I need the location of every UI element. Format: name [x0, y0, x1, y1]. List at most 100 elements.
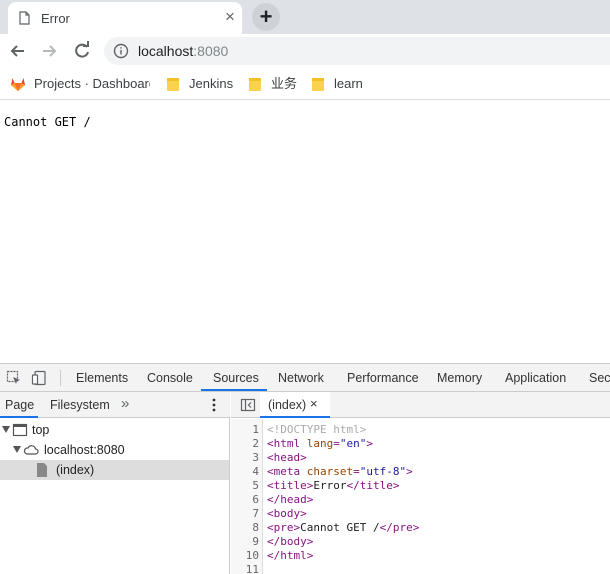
active-tab-indicator — [0, 416, 38, 418]
bookmark-label: learn — [334, 76, 363, 91]
code-line: 4 <meta charset="utf-8"> — [231, 465, 610, 479]
reload-icon[interactable] — [71, 40, 93, 62]
code-token: = — [333, 437, 340, 450]
gitlab-icon — [11, 78, 25, 91]
code-source: <pre>Cannot GET /</pre> — [267, 521, 419, 535]
expand-arrow-icon[interactable] — [13, 446, 21, 453]
line-number[interactable]: 5 — [231, 479, 259, 493]
inspect-element-icon[interactable] — [6, 370, 22, 386]
tab-network[interactable]: Network — [278, 371, 324, 385]
open-file-tab[interactable]: (index) × — [260, 392, 330, 418]
folder-icon — [312, 78, 324, 91]
forward-arrow-icon[interactable] — [38, 40, 60, 62]
tree-label: top — [32, 423, 50, 437]
sources-editor: (index) × 1 <!DOCTYPE html> 2 <html lang="e… — [231, 392, 610, 574]
line-number[interactable]: 6 — [231, 493, 259, 507]
code-token: <head> — [267, 451, 307, 464]
line-number[interactable]: 10 — [231, 549, 259, 563]
code-source: <body> — [267, 507, 307, 521]
more-tabs-icon[interactable]: » — [121, 395, 129, 412]
device-toolbar-icon[interactable] — [31, 370, 47, 386]
document-icon — [19, 11, 30, 25]
tab-close-icon[interactable]: × — [221, 7, 239, 27]
more-options-icon[interactable] — [206, 397, 222, 413]
url-text[interactable]: localhost:8080 — [138, 43, 228, 59]
devtools-tabbar: Elements Console Sources Network Perform… — [0, 364, 610, 392]
tab-performance[interactable]: Performance — [347, 371, 419, 385]
code-source: <html lang="en"> — [267, 437, 373, 451]
expand-arrow-icon[interactable] — [2, 426, 10, 433]
toggle-navigator-icon[interactable] — [240, 397, 256, 413]
cloud-icon — [23, 445, 39, 455]
tree-node-top[interactable]: top — [0, 420, 229, 440]
bookmarks-bar: Projects · Dashboard Jenkins 业务 learn — [0, 68, 610, 100]
line-number[interactable]: 7 — [231, 507, 259, 521]
bookmark-projects-dashboard[interactable]: Projects · Dashboard — [10, 76, 150, 94]
code-token: = — [353, 465, 360, 478]
code-source: <meta charset="utf-8"> — [267, 465, 413, 479]
code-token: <body> — [267, 507, 307, 520]
line-number[interactable]: 2 — [231, 437, 259, 451]
code-line: 9 </body> — [231, 535, 610, 549]
line-number[interactable]: 11 — [231, 563, 259, 574]
tab-application[interactable]: Application — [505, 371, 566, 385]
line-number[interactable]: 8 — [231, 521, 259, 535]
bookmark-label: Projects · Dashboard — [34, 76, 150, 91]
code-editor[interactable]: 1 <!DOCTYPE html> 2 <html lang="en"> 3 <head>… — [231, 419, 610, 574]
code-token: > — [406, 465, 413, 478]
back-arrow-icon[interactable] — [7, 40, 29, 62]
tab-sources[interactable]: Sources — [213, 371, 259, 385]
bookmark-label: 业务 — [271, 76, 298, 91]
tab-page[interactable]: Page — [5, 398, 34, 412]
close-file-icon[interactable]: × — [310, 396, 318, 411]
toolbar-divider — [60, 370, 61, 386]
code-line: 8 <pre>Cannot GET /</pre> — [231, 521, 610, 535]
url-host: localhost — [138, 43, 194, 59]
code-token: <meta — [267, 465, 307, 478]
code-token: lang — [306, 437, 334, 450]
address-bar[interactable]: localhost:8080 — [104, 37, 610, 65]
line-number[interactable]: 4 — [231, 465, 259, 479]
line-number[interactable]: 1 — [231, 423, 259, 437]
code-line: 5 <title>Error</title> — [231, 479, 610, 493]
code-line: 11 — [231, 563, 610, 574]
tab-elements[interactable]: Elements — [76, 371, 128, 385]
code-token: "utf-8" — [359, 465, 407, 478]
tab-memory[interactable]: Memory — [437, 371, 482, 385]
code-line: 1 <!DOCTYPE html> — [231, 423, 610, 437]
page-viewport: Cannot GET / — [0, 101, 610, 363]
folder-icon — [249, 78, 261, 91]
error-message: Cannot GET / — [4, 115, 91, 129]
code-line: 3 <head> — [231, 451, 610, 465]
frame-icon — [12, 423, 28, 437]
code-token: <title> — [267, 479, 314, 492]
line-number[interactable]: 3 — [231, 451, 259, 465]
code-token: </title> — [346, 479, 400, 492]
navigator-tabbar: Page Filesystem » — [0, 392, 230, 418]
code-token: </body> — [267, 535, 314, 548]
browser-toolbar: localhost:8080 — [0, 34, 610, 68]
tab-security[interactable]: Security — [589, 371, 610, 385]
tab-console[interactable]: Console — [147, 371, 193, 385]
sources-navigator: Page Filesystem » top localhost:8080 (in… — [0, 392, 230, 574]
active-tab-indicator — [201, 389, 267, 391]
new-tab-button[interactable]: + — [252, 3, 280, 31]
code-token: Cannot GET / — [300, 521, 380, 534]
info-icon[interactable] — [113, 43, 129, 59]
url-port: :8080 — [193, 43, 229, 59]
tree-node-index[interactable]: (index) — [0, 460, 229, 480]
file-icon — [37, 463, 47, 477]
tab-filesystem[interactable]: Filesystem — [50, 398, 110, 412]
devtools-panel: Elements Console Sources Network Perform… — [0, 363, 610, 574]
editor-tabbar: (index) × — [231, 392, 610, 418]
code-source: </head> — [267, 493, 313, 507]
code-source: </html> — [267, 549, 313, 563]
code-line: 10 </html> — [231, 549, 610, 563]
code-token: <pre> — [267, 521, 301, 534]
code-token: > — [366, 437, 373, 450]
tree-node-localhost[interactable]: localhost:8080 — [0, 440, 229, 460]
browser-tab[interactable]: Error × — [8, 2, 242, 34]
code-source: </body> — [267, 535, 313, 549]
code-token: <!DOCTYPE html> — [267, 423, 367, 436]
line-number[interactable]: 9 — [231, 535, 259, 549]
